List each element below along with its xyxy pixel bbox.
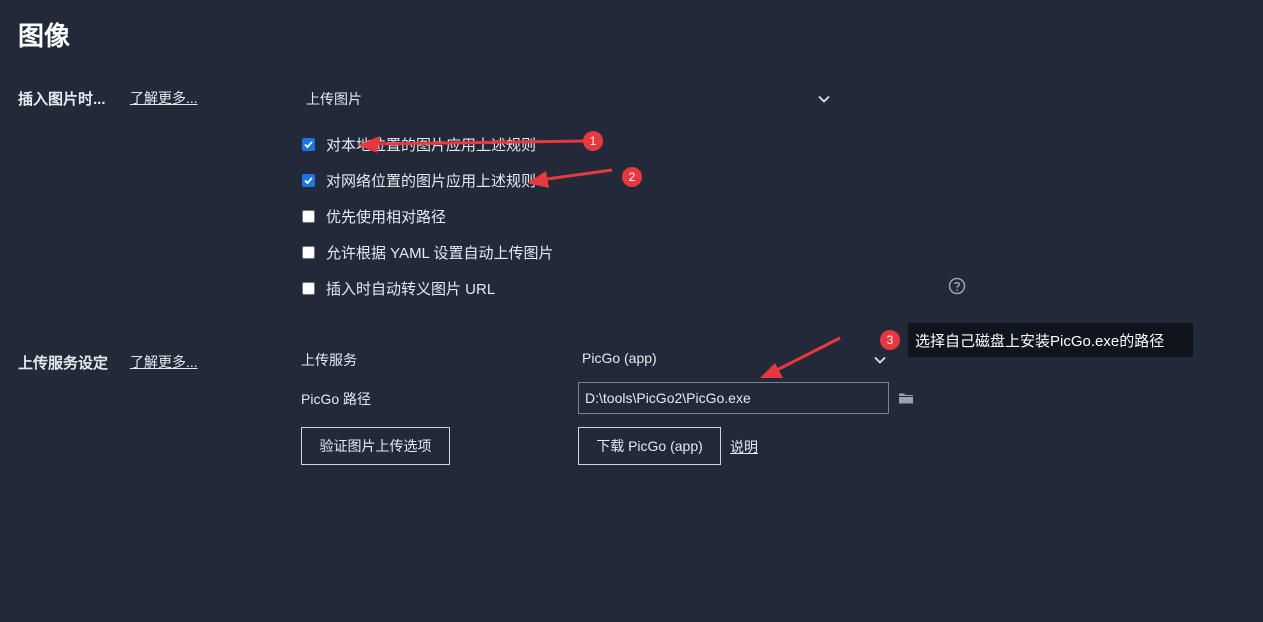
checkbox-prefer-relative[interactable]: 优先使用相对路径 (302, 206, 446, 227)
annotation-badge-2: 2 (622, 167, 642, 187)
insert-image-section-label: 插入图片时... (18, 91, 106, 108)
insert-action-select[interactable]: 上传图片 (300, 84, 840, 112)
checkbox-label: 允许根据 YAML 设置自动上传图片 (326, 245, 554, 262)
chevron-down-icon (818, 95, 830, 103)
download-picgo-button[interactable]: 下载 PicGo (app) (578, 427, 721, 465)
picgo-path-label: PicGo 路径 (301, 391, 372, 407)
page-title: 图像 (18, 21, 71, 51)
checkbox-unchecked-icon[interactable] (302, 282, 315, 295)
checkbox-apply-local[interactable]: 对本地位置的图片应用上述规则 (302, 134, 536, 155)
checkbox-apply-network[interactable]: 对网络位置的图片应用上述规则 (302, 170, 536, 191)
checkbox-yaml-auto-upload[interactable]: 允许根据 YAML 设置自动上传图片 (302, 242, 554, 263)
checkbox-unchecked-icon[interactable] (302, 246, 315, 259)
upload-service-select-value: PicGo (app) (582, 350, 657, 366)
checkbox-unchecked-icon[interactable] (302, 210, 315, 223)
picgo-path-input[interactable] (578, 382, 889, 414)
upload-service-select[interactable]: PicGo (app) (578, 346, 890, 374)
upload-service-label: 上传服务 (301, 352, 357, 368)
checkbox-escape-url[interactable]: 插入时自动转义图片 URL (302, 278, 495, 299)
insert-action-select-value: 上传图片 (306, 91, 362, 107)
checkbox-checked-icon[interactable] (302, 138, 315, 151)
annotation-arrow-2 (539, 168, 613, 182)
verify-upload-button[interactable]: 验证图片上传选项 (301, 427, 450, 465)
checkbox-label: 优先使用相对路径 (326, 209, 447, 226)
checkbox-label: 插入时自动转义图片 URL (326, 281, 496, 298)
explain-link[interactable]: 说明 (730, 437, 758, 457)
folder-icon[interactable] (898, 391, 914, 405)
question-circle-icon[interactable] (948, 277, 966, 295)
annotation-badge-1: 1 (583, 131, 603, 151)
insert-learn-more-link[interactable]: 了解更多... (130, 88, 198, 108)
annotation-badge-3: 3 (880, 330, 900, 350)
checkbox-label: 对网络位置的图片应用上述规则 (326, 173, 537, 190)
checkbox-checked-icon[interactable] (302, 174, 315, 187)
annotation-tooltip: 选择自己磁盘上安装PicGo.exe的路径 (908, 323, 1193, 357)
upload-learn-more-link[interactable]: 了解更多... (130, 352, 198, 372)
upload-service-section-label: 上传服务设定 (18, 355, 109, 372)
checkbox-label: 对本地位置的图片应用上述规则 (326, 137, 537, 154)
chevron-down-icon (874, 356, 886, 364)
